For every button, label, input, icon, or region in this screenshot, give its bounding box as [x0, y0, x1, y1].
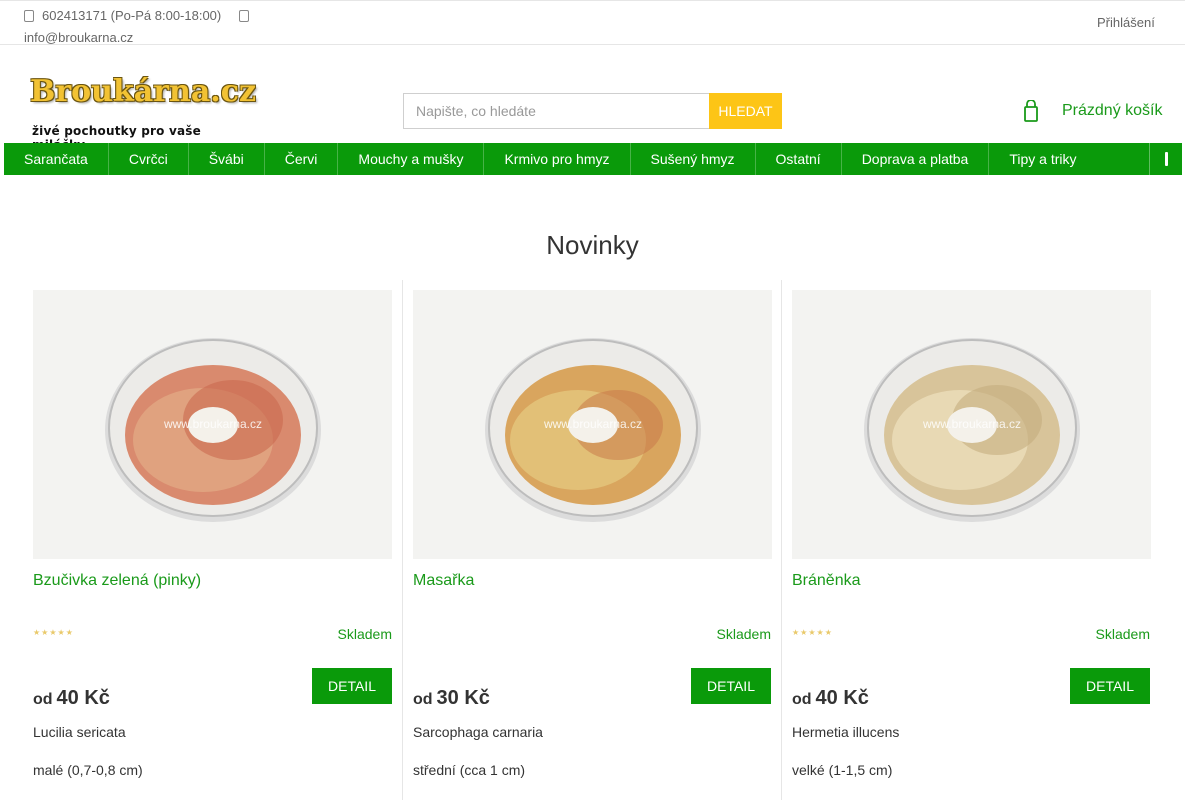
nav-item-cvrcci[interactable]: Cvrčci [109, 143, 189, 175]
top-bar: 602413171 (Po-Pá 8:00-18:00) info@brouka… [0, 0, 1185, 45]
product-name[interactable]: Bzučivka zelená (pinky) [33, 572, 392, 622]
watermark: www.broukarna.cz [922, 417, 1021, 431]
price-amount: 40 Kč [815, 687, 869, 709]
stock-status: Skladem [1095, 626, 1150, 642]
product-card: www.broukarna.cz Masařka Skladem od 30 Kč… [402, 280, 781, 800]
price-prefix: od [413, 691, 433, 708]
envelope-icon [239, 10, 250, 22]
latin-name: Hermetia illucens [792, 724, 900, 740]
nav-item-doprava[interactable]: Doprava a platba [842, 143, 990, 175]
nav-item-krmivo[interactable]: Krmivo pro hmyz [484, 143, 631, 175]
rating-stars: ★★★★★ [33, 628, 74, 637]
stock-status: Skladem [337, 626, 392, 642]
login-link[interactable]: Přihlášení [1097, 15, 1155, 30]
phone-number[interactable]: 602413171 (Po-Pá 8:00-18:00) [42, 8, 221, 23]
price-row: od 30 Kč DETAIL [413, 662, 771, 722]
cart-link[interactable]: Prázdný košík [1024, 98, 1162, 124]
rating-row: ★★★★★ Skladem [792, 622, 1150, 652]
price-amount: 30 Kč [436, 687, 490, 709]
nav-item-mouchy[interactable]: Mouchy a mušky [338, 143, 485, 175]
cart-label: Prázdný košík [1062, 102, 1163, 119]
search-form: HLEDAT [403, 93, 782, 129]
latin-name: Sarcophaga carnaria [413, 724, 543, 740]
stock-status: Skladem [716, 626, 771, 642]
product-image[interactable]: www.broukarna.cz [413, 290, 772, 559]
nav-item-sarancata[interactable]: Sarančata [4, 143, 109, 175]
nav-item-tipy[interactable]: Tipy a triky [989, 143, 1096, 175]
price-row: od 40 Kč DETAIL [792, 662, 1150, 722]
price: od 40 Kč [33, 687, 110, 710]
rating-row: Skladem [413, 622, 771, 652]
product-card: www.broukarna.cz Bráněnka ★★★★★ Skladem … [781, 280, 1160, 800]
email-address[interactable]: info@broukarna.cz [24, 30, 133, 45]
search-button[interactable]: HLEDAT [709, 93, 782, 129]
contact-info: 602413171 (Po-Pá 8:00-18:00) info@brouka… [24, 5, 250, 49]
price-prefix: od [792, 691, 812, 708]
price: od 40 Kč [792, 687, 869, 710]
product-size: velké (1-1,5 cm) [792, 762, 893, 778]
latin-name: Lucilia sericata [33, 724, 126, 740]
section-title: Novinky [546, 230, 639, 260]
product-card: www.broukarna.cz Bzučivka zelená (pinky)… [23, 280, 402, 800]
price-row: od 40 Kč DETAIL [33, 662, 392, 722]
logo-title: Broukárna.cz [30, 74, 257, 109]
product-list: www.broukarna.cz Bzučivka zelená (pinky)… [23, 280, 1163, 800]
product-size: střední (cca 1 cm) [413, 762, 526, 778]
nav-item-cervi[interactable]: Červi [265, 143, 339, 175]
site-logo[interactable]: Broukárna.cz živé pochoutky pro vaše mil… [30, 73, 257, 152]
rating-stars: ★★★★★ [792, 628, 833, 637]
price-prefix: od [33, 691, 53, 708]
price: od 30 Kč [413, 687, 490, 710]
product-name[interactable]: Masařka [413, 572, 771, 622]
menu-toggle-icon[interactable] [1149, 143, 1182, 175]
nav-item-svabi[interactable]: Švábi [189, 143, 265, 175]
product-name[interactable]: Bráněnka [792, 572, 1150, 622]
product-image[interactable]: www.broukarna.cz [792, 290, 1151, 559]
price-amount: 40 Kč [56, 687, 110, 709]
main-navigation: Sarančata Cvrčci Švábi Červi Mouchy a mu… [4, 143, 1182, 175]
product-size: malé (0,7-0,8 cm) [33, 762, 143, 778]
detail-button[interactable]: DETAIL [691, 668, 771, 704]
rating-row: ★★★★★ Skladem [33, 622, 392, 652]
watermark: www.broukarna.cz [163, 417, 262, 431]
phone-icon [24, 10, 34, 22]
nav-item-suseny-hmyz[interactable]: Sušený hmyz [631, 143, 756, 175]
product-image[interactable]: www.broukarna.cz [33, 290, 392, 559]
watermark: www.broukarna.cz [543, 417, 642, 431]
cart-icon [1024, 100, 1038, 122]
nav-item-ostatni[interactable]: Ostatní [756, 143, 842, 175]
detail-button[interactable]: DETAIL [1070, 668, 1150, 704]
detail-button[interactable]: DETAIL [312, 668, 392, 704]
search-input[interactable] [403, 93, 709, 129]
